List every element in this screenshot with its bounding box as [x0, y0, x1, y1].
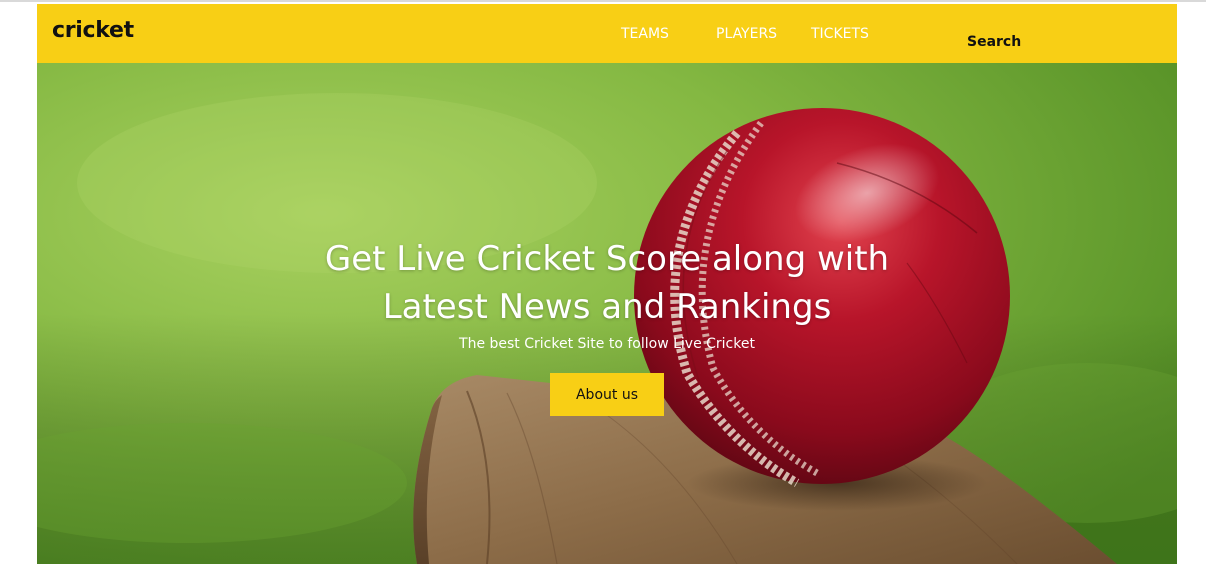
nav-link-players[interactable]: PLAYERS: [716, 26, 777, 42]
hero-title-line-1: Get Live Cricket Score along with: [324, 239, 890, 279]
about-us-button[interactable]: About us: [550, 373, 664, 416]
nav-link-teams[interactable]: TEAMS: [621, 26, 669, 42]
hero-title: Get Live Cricket Score along with Latest…: [207, 235, 1007, 331]
hero-subtitle: The best Cricket Site to follow Live Cri…: [459, 336, 755, 352]
navbar: cricket TEAMS PLAYERS TICKETS Search: [37, 4, 1177, 63]
hero-content: Get Live Cricket Score along with Latest…: [37, 63, 1177, 564]
brand-logo[interactable]: cricket: [52, 18, 134, 43]
nav-link-tickets[interactable]: TICKETS: [811, 26, 869, 42]
hero-title-line-2: Latest News and Rankings: [382, 287, 832, 327]
page: cricket TEAMS PLAYERS TICKETS Search Get…: [37, 4, 1177, 564]
search-link[interactable]: Search: [967, 34, 1021, 50]
hero-section: Get Live Cricket Score along with Latest…: [37, 63, 1177, 564]
browser-top-border: [0, 0, 1206, 2]
